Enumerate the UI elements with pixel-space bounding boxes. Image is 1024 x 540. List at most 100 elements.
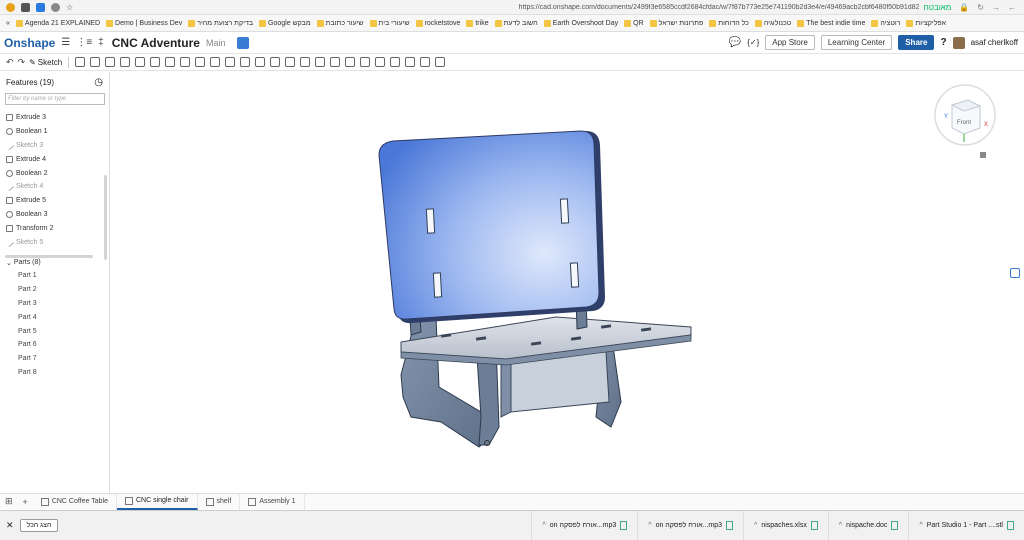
extrude-icon[interactable]	[75, 57, 86, 67]
feature-item[interactable]: Transform 2	[0, 221, 109, 235]
part-item[interactable]: Part 5	[0, 324, 109, 338]
bookmarks-more-icon[interactable]: «	[6, 20, 10, 27]
feature-item[interactable]: Sketch 4	[0, 180, 109, 194]
part-item[interactable]: Part 1	[0, 269, 109, 283]
bookmark-item[interactable]: שיעורי בית	[369, 19, 410, 27]
feature-item[interactable]: Boolean 3	[0, 208, 109, 222]
onshape-logo[interactable]: Onshape	[0, 36, 55, 50]
panel-divider[interactable]	[5, 255, 93, 258]
helix-icon[interactable]	[330, 57, 341, 67]
chevron-up-icon[interactable]: ^	[919, 522, 922, 529]
bookmark-item[interactable]: The best indie time	[797, 19, 865, 27]
variable-icon[interactable]	[360, 57, 371, 67]
render-icon[interactable]	[405, 57, 416, 67]
bookmark-item[interactable]: חשוב לדעת	[494, 19, 538, 27]
insert-icon[interactable]: ‡	[98, 37, 104, 48]
extension-icon[interactable]	[36, 2, 45, 12]
bookmark-item[interactable]: פתרונות ישראל	[649, 19, 703, 27]
part-item[interactable]: Part 4	[0, 310, 109, 324]
reload-icon[interactable]: ↻	[977, 3, 984, 12]
download-item[interactable]: ^ Part Studio 1 - Part ....stl	[908, 510, 1024, 540]
chair-model[interactable]	[371, 127, 701, 467]
view-cube[interactable]: Front Y X	[930, 80, 1000, 173]
feature-item[interactable]: Extrude 3	[0, 111, 109, 125]
bookmark-star-icon[interactable]: ☆	[66, 3, 73, 12]
feature-item[interactable]: Sketch 3	[0, 139, 109, 153]
add-tab-icon[interactable]: +	[18, 497, 33, 507]
parts-list-header[interactable]: ⌄ Parts (8)	[0, 257, 109, 269]
bookmark-item[interactable]: Agenda 21 EXPLAINED	[15, 19, 100, 27]
comments-icon[interactable]: 💬	[729, 37, 741, 48]
forward-icon[interactable]: →	[992, 3, 1000, 12]
appearance-panel-icon[interactable]	[1010, 268, 1020, 278]
sketch-button[interactable]: ✎ Sketch	[29, 58, 62, 67]
bookmark-item[interactable]: כל הדוחות	[709, 19, 749, 27]
feature-filter-input[interactable]: Filter by name or type	[5, 93, 105, 105]
delete-icon[interactable]	[300, 57, 311, 67]
tab-list-icon[interactable]: ⊞	[0, 496, 18, 507]
feature-item[interactable]: Boolean 2	[0, 166, 109, 180]
tab-document[interactable]: Assembly 1	[240, 493, 305, 510]
measure-icon[interactable]	[375, 57, 386, 67]
chevron-up-icon[interactable]: ^	[754, 522, 757, 529]
draft-icon[interactable]	[180, 57, 191, 67]
app-store-button[interactable]: App Store	[765, 35, 815, 50]
learning-center-button[interactable]: Learning Center	[820, 35, 893, 50]
chevron-up-icon[interactable]: ^	[542, 522, 545, 529]
fillet-icon[interactable]	[150, 57, 161, 67]
revolve-icon[interactable]	[90, 57, 101, 67]
code-icon[interactable]: {✓}	[747, 38, 759, 47]
bookmark-item[interactable]: שיעור כתובת	[316, 19, 364, 27]
avatar[interactable]	[952, 36, 965, 49]
bookmark-item[interactable]: QR	[624, 19, 644, 27]
chrome-icon[interactable]	[6, 2, 15, 12]
bookmark-item[interactable]: trike	[466, 19, 489, 27]
shell-icon[interactable]	[195, 57, 206, 67]
tab-document[interactable]: shelf	[198, 493, 241, 510]
bookmark-item[interactable]: Demo | Business Dev	[106, 19, 182, 27]
document-title[interactable]: CNC Adventure	[112, 36, 200, 50]
extension-icon[interactable]	[21, 2, 30, 12]
part-item[interactable]: Part 3	[0, 297, 109, 311]
tab-document[interactable]: CNC Coffee Table	[33, 493, 117, 510]
show-all-downloads-button[interactable]: הצג הכל	[19, 519, 59, 532]
bookmark-item[interactable]: בדיקת רצועת מהיר	[188, 19, 253, 27]
version-graph-icon[interactable]	[237, 36, 250, 49]
close-icon[interactable]: ✕	[0, 520, 20, 531]
bookmark-item[interactable]: רוטציה	[871, 19, 900, 27]
bookmark-item[interactable]: אפליקציות	[906, 19, 946, 27]
boolean-icon[interactable]	[255, 57, 266, 67]
custom-feature-icon[interactable]	[420, 57, 431, 67]
sweep-icon[interactable]	[105, 57, 116, 67]
split-icon[interactable]	[270, 57, 281, 67]
feature-item[interactable]: Boolean 1	[0, 125, 109, 139]
feature-tree-icon[interactable]: ⋮≡	[76, 37, 92, 48]
bookmark-item[interactable]: Earth Overshoot Day	[543, 19, 618, 27]
feature-item[interactable]: Sketch 5	[0, 235, 109, 249]
feature-item[interactable]: Extrude 5	[0, 194, 109, 208]
part-item[interactable]: Part 2	[0, 283, 109, 297]
redo-icon[interactable]: ↷	[18, 57, 26, 68]
bookmark-item[interactable]: Google מבקש	[259, 19, 311, 27]
chevron-up-icon[interactable]: ^	[648, 522, 651, 529]
user-menu[interactable]: asaf cherlkoff	[971, 38, 1018, 47]
chamfer-icon[interactable]	[165, 57, 176, 67]
part-item[interactable]: Part 8	[0, 366, 109, 380]
chevron-up-icon[interactable]: ^	[839, 522, 842, 529]
loft-icon[interactable]	[120, 57, 131, 67]
help-icon[interactable]: ?	[940, 37, 946, 48]
mate-connector-icon[interactable]	[345, 57, 356, 67]
mirror-icon[interactable]	[240, 57, 251, 67]
part-item[interactable]: Part 7	[0, 352, 109, 366]
add-icon[interactable]	[435, 57, 446, 67]
download-item[interactable]: ^ on אורח לפסקה...mp3	[637, 510, 743, 540]
download-item[interactable]: ^ nispache.doc	[827, 510, 909, 540]
feature-item[interactable]: Extrude 4	[0, 152, 109, 166]
share-button[interactable]: Share	[898, 35, 935, 50]
download-item[interactable]: ^ nispaches.xlsx	[743, 510, 828, 540]
plane-icon[interactable]	[315, 57, 326, 67]
back-icon[interactable]: ←	[1008, 3, 1016, 12]
panel-scrollbar[interactable]	[104, 175, 107, 260]
hole-icon[interactable]	[210, 57, 221, 67]
menu-icon[interactable]: ☰	[61, 37, 70, 48]
